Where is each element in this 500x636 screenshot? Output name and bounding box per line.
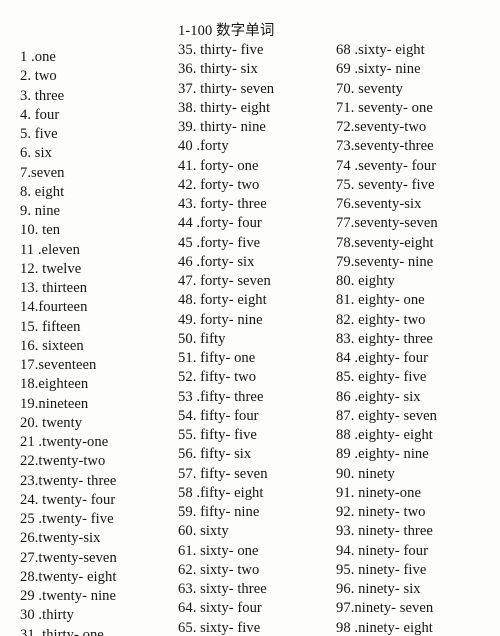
number-word-item: 80. eighty — [336, 273, 395, 289]
page-title: 1-100 数字单词 — [178, 23, 275, 39]
number-word-item: 85. eighty- five — [336, 369, 427, 386]
number-word-item: 97.ninety- seven — [336, 600, 434, 617]
number-word-item: 9. nine — [20, 203, 61, 219]
number-word-item: 58 .fifty- eight — [178, 484, 264, 501]
number-word-item: 81. eighty- one — [336, 292, 425, 309]
number-word-item: 10. ten — [20, 222, 61, 239]
number-word-item: 60. sixty — [178, 523, 229, 540]
number-word-item: 79.seventy- nine — [336, 253, 434, 270]
number-word-item: 91. ninety-one — [336, 484, 421, 501]
number-word-item: 23.twenty- three — [20, 472, 117, 489]
number-word-item: 49. forty- nine — [178, 311, 263, 328]
number-word-item: 69 .sixty- nine — [336, 61, 421, 78]
number-word-item: 86 .eighty- six — [336, 388, 421, 405]
number-word-item: 51. fifty- one — [178, 350, 256, 366]
number-word-item: 83. eighty- three — [336, 330, 433, 347]
number-word-item: 90. ninety — [336, 465, 395, 482]
number-word-item: 93. ninety- three — [336, 523, 433, 540]
number-list-column-2: 35. thirty- five 36. thirty- six 37. thirt… — [178, 41, 274, 636]
number-word-item: 48. forty- eight — [178, 292, 267, 309]
number-word-item: 26.twenty-six — [20, 530, 101, 547]
number-word-item: 18.eighteen — [20, 376, 89, 393]
number-word-item: 50. fifty — [178, 330, 226, 347]
number-word-item: 47. forty- seven — [178, 273, 271, 289]
number-word-item: 3. three — [20, 87, 65, 104]
number-word-item: 15. fifteen — [20, 318, 81, 335]
number-word-item: 84 .eighty- four — [336, 350, 428, 366]
number-list-column-1: 1 .one 2. two 3. three 4. four 5. five 6. six… — [20, 48, 117, 636]
number-word-item: 40 .forty — [178, 138, 229, 155]
number-word-item: 96. ninety- six — [336, 581, 421, 597]
number-word-item: 71. seventy- one — [336, 99, 433, 116]
number-word-item: 89 .eighty- nine — [336, 446, 429, 463]
number-word-item: 43. forty- three — [178, 196, 267, 212]
number-word-item: 22.twenty-two — [20, 453, 106, 470]
number-word-item: 88 .eighty- eight — [336, 427, 433, 443]
number-word-item: 56. fifty- six — [178, 446, 252, 463]
number-word-item: 68 .sixty- eight — [336, 42, 425, 58]
number-word-item: 36. thirty- six — [178, 61, 258, 78]
number-word-item: 61. sixty- one — [178, 542, 259, 559]
number-word-item: 65. sixty- five — [178, 619, 261, 636]
number-word-item: 8. eight — [20, 183, 65, 200]
number-word-item: 76.seventy-six — [336, 196, 422, 212]
number-word-item: 95. ninety- five — [336, 561, 427, 578]
number-word-item: 64. sixty- four — [178, 600, 262, 617]
number-word-item: 21 .twenty-one — [20, 434, 109, 450]
number-word-item: 1 .one — [20, 49, 56, 65]
number-word-item: 31. thirty- one — [20, 626, 104, 636]
number-word-item: 44 .forty- four — [178, 215, 262, 232]
number-word-item: 19.nineteen — [20, 395, 89, 412]
number-word-item: 55. fifty- five — [178, 427, 257, 443]
number-word-item: 59. fifty- nine — [178, 504, 260, 520]
number-word-item: 13. thirteen — [20, 280, 88, 296]
number-word-item: 5. five — [20, 126, 58, 142]
number-word-item: 29 .twenty- nine — [20, 588, 117, 604]
number-word-item: 77.seventy-seven — [336, 215, 438, 232]
number-word-item: 42. forty- two — [178, 176, 260, 193]
number-word-item: 27.twenty-seven — [20, 549, 117, 566]
number-word-item: 46 .forty- six — [178, 253, 255, 270]
number-word-item: 4. four — [20, 106, 60, 123]
number-word-item: 92. ninety- two — [336, 504, 426, 520]
number-list-column-3: 68 .sixty- eight 69 .sixty- nine 70. seven… — [336, 41, 438, 636]
number-word-item: 57. fifty- seven — [178, 465, 268, 482]
number-word-item: 70. seventy — [336, 80, 404, 97]
number-word-item: 75. seventy- five — [336, 176, 435, 193]
number-word-item: 39. thirty- nine — [178, 119, 266, 135]
number-word-item: 7.seven — [20, 164, 65, 181]
number-word-item: 63. sixty- three — [178, 581, 267, 597]
number-word-item: 14.fourteen — [20, 299, 88, 316]
number-word-item: 12. twelve — [20, 260, 82, 277]
number-word-item: 20. twenty — [20, 414, 83, 431]
number-word-item: 53 .fifty- three — [178, 388, 264, 405]
number-word-item: 98 .ninety- eight — [336, 619, 433, 636]
number-word-item: 62. sixty- two — [178, 561, 260, 578]
number-word-item: 38. thirty- eight — [178, 99, 271, 116]
number-word-item: 2. two — [20, 68, 57, 85]
number-word-item: 24. twenty- four — [20, 491, 116, 508]
number-word-item: 82. eighty- two — [336, 311, 426, 328]
number-word-item: 30 .thirty — [20, 607, 75, 624]
number-word-item: 25 .twenty- five — [20, 511, 114, 527]
number-word-item: 72.seventy-two — [336, 119, 427, 135]
number-word-item: 17.seventeen — [20, 357, 97, 373]
number-word-item: 52. fifty- two — [178, 369, 257, 386]
number-word-item: 54. fifty- four — [178, 407, 259, 424]
number-word-item: 28.twenty- eight — [20, 568, 117, 585]
number-word-item: 41. forty- one — [178, 157, 259, 174]
document-page: 1-100 数字单词 1 .one 2. two 3. three 4. four 5.… — [0, 0, 500, 636]
number-word-item: 6. six — [20, 145, 52, 162]
number-word-item: 73.seventy-three — [336, 138, 434, 155]
number-word-item: 78.seventy-eight — [336, 234, 434, 251]
number-word-item: 37. thirty- seven — [178, 80, 275, 97]
number-word-item: 11 .eleven — [20, 241, 80, 258]
number-word-item: 45 .forty- five — [178, 234, 261, 251]
number-word-item: 35. thirty- five — [178, 42, 264, 58]
number-word-item: 74 .seventy- four — [336, 157, 437, 174]
number-word-item: 87. eighty- seven — [336, 407, 437, 424]
number-word-item: 94. ninety- four — [336, 542, 428, 559]
number-word-item: 16. sixteen — [20, 337, 84, 354]
